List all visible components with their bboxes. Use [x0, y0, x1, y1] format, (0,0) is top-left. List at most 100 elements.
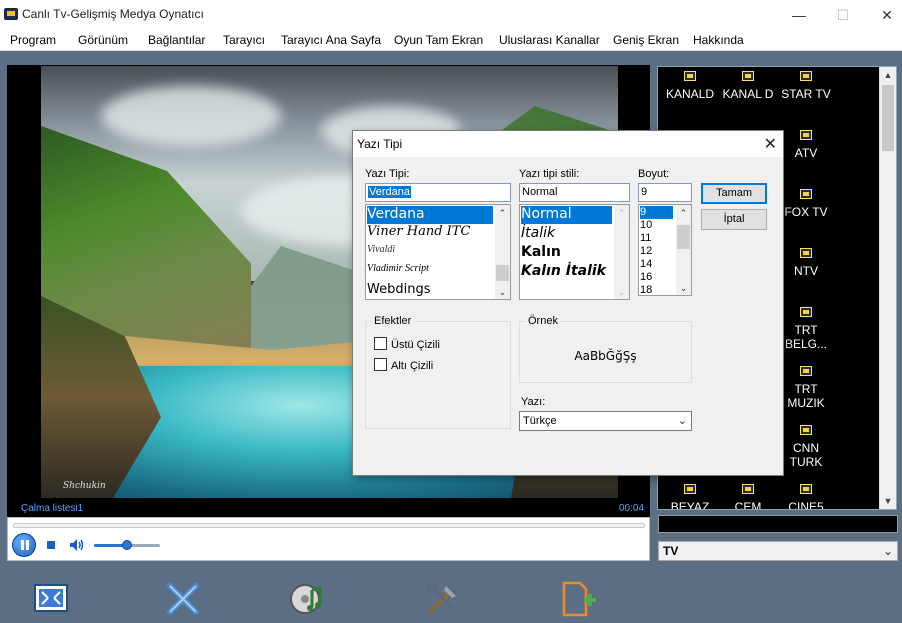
fullscreen-icon[interactable] [32, 580, 70, 618]
ok-button[interactable]: Tamam [701, 183, 767, 204]
size-list-scrollbar[interactable]: ⌃ ⌄ [676, 205, 691, 295]
scroll-down-icon[interactable]: ⌄ [614, 285, 629, 299]
channel-name: BEYAZ [670, 500, 710, 510]
menu-tarayici[interactable]: Tarayıcı [223, 33, 265, 47]
font-option-vivaldi[interactable]: Vivaldi [367, 244, 395, 262]
channel-item[interactable]: TRT MUZIK [778, 366, 834, 410]
scroll-thumb[interactable] [882, 85, 894, 151]
settings-tools-icon[interactable] [424, 580, 462, 618]
close-button[interactable]: ✕ [864, 0, 902, 30]
font-list-scrollbar[interactable]: ⌃ ⌄ [495, 205, 510, 299]
font-style-list[interactable]: Normal İtalik Kalın Kalın İtalik ⌃ ⌄ [519, 204, 630, 300]
volume-knob[interactable] [122, 540, 132, 550]
style-option-bold-italic[interactable]: Kalın İtalik [521, 263, 606, 281]
menu-uluslarasi-kanallar[interactable]: Uluslarası Kanallar [499, 33, 600, 47]
font-name-list[interactable]: Verdana Viner Hand ITC Vivaldi Vladimir … [365, 204, 511, 300]
underline-checkbox[interactable]: Altı Çizili [374, 358, 433, 372]
menu-hakkinda[interactable]: Hakkında [693, 33, 744, 47]
dialog-title: Yazı Tipi [357, 137, 403, 151]
scroll-up-icon[interactable]: ⌃ [676, 206, 691, 220]
channel-search-field[interactable] [658, 515, 898, 533]
scroll-up-icon[interactable]: ⌃ [495, 206, 510, 220]
size-label: Boyut: [638, 168, 670, 180]
size-option[interactable]: 10 [640, 219, 652, 232]
channel-item[interactable]: NTV [778, 248, 834, 278]
volume-icon[interactable] [69, 538, 85, 552]
style-option-normal[interactable]: Normal [521, 206, 612, 224]
font-option-webdings[interactable]: Webdings [367, 282, 430, 299]
scroll-up-icon[interactable]: ⌃ [614, 206, 629, 220]
style-option-bold[interactable]: Kalın [521, 244, 561, 262]
channel-item[interactable]: KANALD [662, 71, 718, 101]
menu-tarayici-ana-sayfa[interactable]: Tarayıcı Ana Sayfa [281, 33, 381, 47]
channel-item[interactable]: FOX TV [778, 189, 834, 219]
bottom-toolbar [0, 566, 902, 623]
app-tv-icon [4, 8, 18, 20]
playback-controls [7, 517, 650, 561]
font-option-verdana[interactable]: Verdana [367, 206, 493, 224]
add-playlist-icon[interactable] [560, 580, 598, 618]
channel-category-select[interactable]: TV ⌄ [658, 541, 898, 561]
channel-item[interactable]: CINE5 [778, 484, 834, 509]
script-value: Türkçe [523, 415, 557, 427]
seek-bar[interactable] [13, 523, 645, 528]
channel-name: TRT BELG... [784, 323, 828, 351]
strikeout-checkbox[interactable]: Üstü Çizili [374, 337, 440, 351]
checkbox-box[interactable] [374, 358, 387, 371]
scroll-down-icon[interactable]: ⌄ [495, 285, 510, 299]
font-style-field[interactable]: Normal [519, 183, 630, 202]
channel-item[interactable]: TRT BELG... [778, 307, 834, 351]
channel-item[interactable]: CNN TURK [778, 425, 834, 469]
channel-item[interactable]: CEM [720, 484, 776, 509]
music-player-icon[interactable] [288, 580, 326, 618]
size-option[interactable]: 12 [640, 245, 652, 258]
style-list-scrollbar[interactable]: ⌃ ⌄ [614, 205, 629, 299]
tools-cross-icon[interactable] [164, 580, 202, 618]
pause-button[interactable] [12, 533, 36, 557]
style-option-italic[interactable]: İtalik [521, 225, 555, 243]
dialog-close-icon[interactable]: ✕ [764, 134, 777, 154]
size-option[interactable]: 11 [640, 232, 651, 245]
scroll-thumb[interactable] [677, 225, 690, 249]
maximize-button[interactable]: ☐ [820, 0, 866, 30]
channel-scrollbar[interactable]: ▲ ▼ [879, 67, 896, 509]
scroll-down-icon[interactable]: ▼ [880, 493, 896, 509]
tv-icon [684, 71, 696, 81]
dialog-title-bar: Yazı Tipi ✕ [353, 131, 783, 157]
font-size-field[interactable]: 9 [638, 183, 692, 202]
size-option[interactable]: 14 [640, 258, 652, 271]
tv-icon [800, 425, 812, 435]
chevron-down-icon: ⌄ [677, 415, 687, 427]
channel-item[interactable]: STAR TV [778, 71, 834, 101]
volume-slider[interactable] [94, 540, 160, 550]
channel-item[interactable]: ATV [778, 130, 834, 160]
menu-genis-ekran[interactable]: Geniş Ekran [613, 33, 679, 47]
channel-item[interactable]: BEYAZ [662, 484, 718, 510]
font-name-field[interactable]: Verdana [365, 183, 511, 202]
menu-baglantilar[interactable]: Bağlantılar [148, 33, 205, 47]
font-option-vladimir[interactable]: Vladimir Script [367, 263, 429, 281]
font-label: Yazı Tipi: [365, 168, 410, 180]
checkbox-box[interactable] [374, 337, 387, 350]
stop-button[interactable] [47, 541, 55, 549]
minimize-button[interactable]: — [776, 0, 822, 30]
cancel-button[interactable]: İptal [701, 209, 767, 230]
channel-item[interactable]: KANAL D [720, 71, 776, 101]
menu-oyun-tam-ekran[interactable]: Oyun Tam Ekran [394, 33, 483, 47]
scroll-thumb[interactable] [496, 265, 509, 281]
size-option[interactable]: 16 [640, 271, 652, 284]
channel-name: FOX TV [784, 205, 828, 219]
effects-group: Efektler Üstü Çizili Altı Çizili [365, 315, 511, 429]
script-select[interactable]: Türkçe ⌄ [519, 411, 692, 431]
scroll-down-icon[interactable]: ⌄ [676, 281, 691, 295]
size-option[interactable]: 9 [640, 206, 673, 219]
scroll-up-icon[interactable]: ▲ [880, 67, 896, 83]
playlist-label[interactable]: Çalma listesi1 [21, 503, 83, 514]
size-option[interactable]: 18 [640, 284, 652, 295]
channel-name: STAR TV [781, 87, 831, 101]
menu-program[interactable]: Program [10, 33, 56, 47]
font-option-viner[interactable]: Viner Hand ITC [367, 224, 470, 242]
menu-gorunum[interactable]: Görünüm [78, 33, 128, 47]
font-size-list[interactable]: 9 10 11 12 14 16 18 ⌃ ⌄ [638, 204, 692, 296]
tv-icon [684, 484, 696, 494]
